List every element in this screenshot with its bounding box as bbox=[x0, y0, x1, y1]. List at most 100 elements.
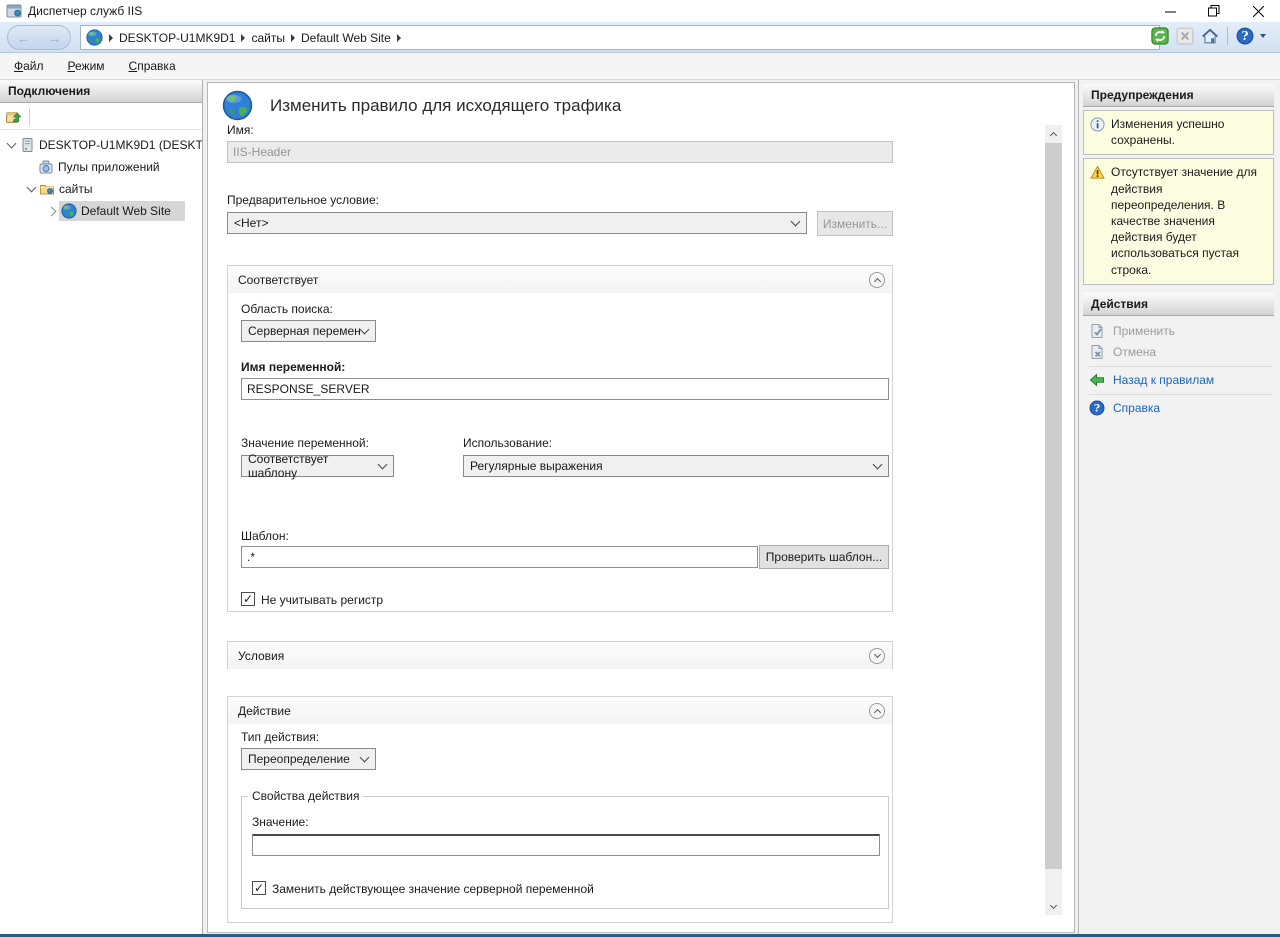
connections-toolbar bbox=[0, 103, 202, 130]
tree-item-label: DESKTOP-U1MK9D1 (DESKTOP bbox=[39, 138, 202, 152]
breadcrumb-separator-icon[interactable] bbox=[397, 34, 401, 42]
chevron-down-icon[interactable] bbox=[7, 139, 17, 149]
alert-text: Изменения успешно сохранены. bbox=[1111, 116, 1267, 148]
cancel-action: Отмена bbox=[1089, 342, 1272, 363]
menu-bar: Файл Режим Справка bbox=[0, 53, 1280, 80]
help-button[interactable] bbox=[1235, 26, 1255, 46]
variable-value-select[interactable]: Соответствует шаблону bbox=[241, 455, 394, 477]
tree-item-label: Default Web Site bbox=[81, 204, 171, 218]
help-action[interactable]: Справка bbox=[1089, 398, 1272, 419]
variable-name-input[interactable] bbox=[241, 378, 889, 400]
tree-selection[interactable]: Default Web Site bbox=[59, 201, 185, 221]
refresh-button[interactable] bbox=[1150, 26, 1170, 46]
apply-icon bbox=[1089, 323, 1105, 339]
refresh-icon bbox=[1151, 27, 1169, 45]
right-pane: Предупреждения Изменения успешно сохране… bbox=[1078, 80, 1280, 934]
tree-item-default-web-site[interactable]: Default Web Site bbox=[0, 200, 202, 222]
back-icon[interactable]: ← bbox=[17, 31, 31, 45]
home-button[interactable] bbox=[1200, 26, 1220, 46]
action-section-header[interactable]: Действие bbox=[228, 697, 892, 724]
breadcrumb-separator-icon[interactable] bbox=[109, 34, 113, 42]
actions-divider bbox=[1089, 366, 1272, 367]
address-bar: ← → DESKTOP-U1MK9D1 сайты Default Web Si… bbox=[0, 22, 1280, 53]
name-label: Имя: bbox=[227, 123, 254, 137]
breadcrumb[interactable]: DESKTOP-U1MK9D1 сайты Default Web Site bbox=[80, 25, 1160, 50]
toolbar-divider bbox=[29, 108, 30, 125]
globe-icon bbox=[86, 29, 103, 46]
minimize-button[interactable] bbox=[1148, 0, 1192, 22]
scope-select[interactable]: Серверная переменн bbox=[241, 320, 376, 342]
back-to-rules-action[interactable]: Назад к правилам bbox=[1089, 370, 1272, 391]
tree-item-app-pools[interactable]: Пулы приложений bbox=[0, 156, 202, 178]
conditions-section-header[interactable]: Условия bbox=[228, 642, 892, 669]
action-type-select[interactable]: Переопределение bbox=[241, 748, 376, 770]
actions-divider bbox=[1089, 394, 1272, 395]
collapse-section-button[interactable] bbox=[869, 703, 885, 719]
chevron-down-icon bbox=[791, 217, 801, 227]
restore-button[interactable] bbox=[1192, 0, 1236, 22]
precondition-value: <Нет> bbox=[234, 216, 268, 230]
menu-file[interactable]: Файл bbox=[14, 59, 44, 73]
stop-button bbox=[1175, 26, 1195, 46]
chevron-right-icon[interactable] bbox=[47, 206, 57, 216]
tree-item-label: сайты bbox=[59, 182, 93, 196]
menu-help[interactable]: Справка bbox=[129, 59, 176, 73]
apply-label: Применить bbox=[1113, 324, 1175, 338]
save-connection-icon[interactable] bbox=[5, 108, 22, 125]
connections-tree: DESKTOP-U1MK9D1 (DESKTOP Пулы приложений… bbox=[0, 130, 202, 222]
actions-list: Применить Отмена Назад к правилам Справк… bbox=[1083, 316, 1274, 419]
forward-icon[interactable]: → bbox=[48, 31, 62, 45]
chevron-down-icon bbox=[378, 460, 388, 470]
match-section-title: Соответствует bbox=[238, 273, 318, 287]
pattern-label: Шаблон: bbox=[241, 529, 289, 543]
action-section: Действие Тип действия: Переопределение С… bbox=[227, 696, 893, 923]
vertical-scrollbar[interactable] bbox=[1045, 125, 1062, 915]
using-select[interactable]: Регулярные выражения bbox=[463, 455, 889, 477]
scroll-down-button[interactable] bbox=[1045, 898, 1062, 915]
breadcrumb-site[interactable]: Default Web Site bbox=[301, 31, 391, 45]
apply-action: Применить bbox=[1089, 321, 1272, 342]
address-toolbar bbox=[1150, 26, 1266, 46]
close-button[interactable] bbox=[1236, 0, 1280, 22]
test-pattern-button[interactable]: Проверить шаблон... bbox=[759, 545, 889, 569]
minimize-icon bbox=[1165, 6, 1176, 17]
chevron-down-icon[interactable] bbox=[27, 183, 37, 193]
precondition-select[interactable]: <Нет> bbox=[227, 212, 807, 234]
breadcrumb-sites[interactable]: сайты bbox=[251, 31, 285, 45]
pattern-input[interactable] bbox=[241, 546, 758, 568]
scrollbar-thumb[interactable] bbox=[1045, 143, 1062, 869]
chevron-down-icon bbox=[360, 325, 370, 335]
breadcrumb-server[interactable]: DESKTOP-U1MK9D1 bbox=[119, 31, 235, 45]
chevron-up-icon bbox=[1050, 131, 1057, 138]
breadcrumb-separator-icon[interactable] bbox=[241, 34, 245, 42]
warning-icon bbox=[1090, 165, 1105, 180]
back-to-rules-label: Назад к правилам bbox=[1113, 373, 1214, 387]
alert-warning: Отсутствует значение для действия переоп… bbox=[1083, 158, 1274, 284]
iis-app-icon bbox=[6, 3, 22, 19]
sites-folder-icon bbox=[39, 181, 55, 197]
menu-view[interactable]: Режим bbox=[68, 59, 105, 73]
chevron-up-icon bbox=[873, 277, 880, 284]
value-input[interactable] bbox=[252, 834, 880, 856]
tree-item-sites[interactable]: сайты bbox=[0, 178, 202, 200]
scope-value: Серверная переменн bbox=[248, 324, 361, 338]
variable-value-label: Значение переменной: bbox=[241, 436, 369, 450]
connections-header: Подключения bbox=[0, 80, 202, 103]
replace-value-label: Заменить действующее значение серверной … bbox=[272, 882, 594, 896]
chevron-down-icon bbox=[873, 651, 880, 658]
replace-value-checkbox[interactable]: ✓ bbox=[252, 881, 266, 895]
ignore-case-checkbox[interactable]: ✓ bbox=[241, 592, 255, 606]
match-section-header[interactable]: Соответствует bbox=[228, 266, 892, 293]
chevron-down-icon bbox=[873, 460, 883, 470]
cancel-icon bbox=[1089, 344, 1105, 360]
expand-section-button[interactable] bbox=[869, 648, 885, 664]
edit-outbound-rule-page: Изменить правило для исходящего трафика … bbox=[207, 82, 1075, 933]
help-dropdown-icon[interactable] bbox=[1260, 34, 1266, 38]
conditions-section-title: Условия bbox=[238, 649, 284, 663]
site-globe-icon bbox=[61, 203, 77, 219]
breadcrumb-separator-icon[interactable] bbox=[291, 34, 295, 42]
stop-icon bbox=[1176, 27, 1194, 45]
collapse-section-button[interactable] bbox=[869, 272, 885, 288]
scroll-up-button[interactable] bbox=[1045, 125, 1062, 142]
tree-item-server[interactable]: DESKTOP-U1MK9D1 (DESKTOP bbox=[0, 134, 202, 156]
